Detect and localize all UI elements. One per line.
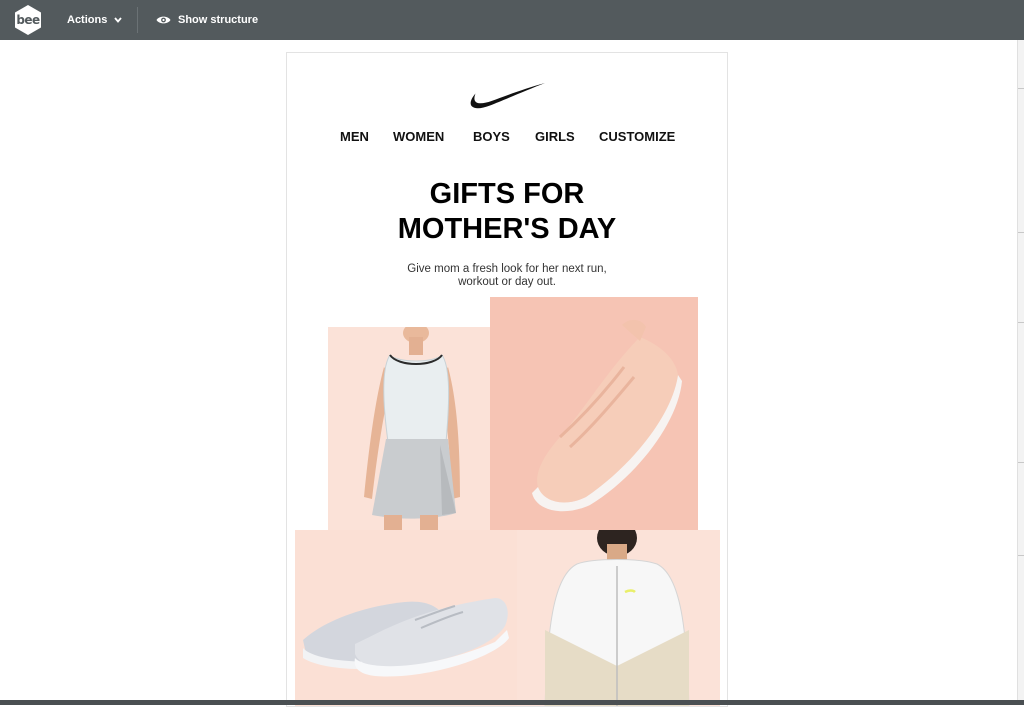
canvas-scrollbar[interactable]	[1017, 40, 1024, 705]
rail-tick	[1018, 555, 1024, 556]
email-preview-canvas[interactable]: MEN WOMEN BOYS GIRLS CUSTOMIZE GIFTS FOR…	[286, 52, 728, 707]
nav-item-girls[interactable]: GIRLS	[535, 129, 575, 144]
nav-item-customize[interactable]: CUSTOMIZE	[599, 129, 675, 144]
rail-tick	[1018, 232, 1024, 233]
nav-item-women[interactable]: WOMEN	[393, 129, 444, 144]
nav-item-men[interactable]: MEN	[340, 129, 369, 144]
headline[interactable]: GIFTS FOR MOTHER'S DAY	[287, 177, 727, 247]
headline-line-1: GIFTS FOR	[429, 178, 585, 210]
product-image-tennis-outfit[interactable]	[328, 327, 491, 531]
actions-menu-button[interactable]: Actions	[67, 0, 123, 40]
headline-line-2: MOTHER'S DAY	[397, 213, 617, 245]
subheadline[interactable]: Give mom a fresh look for her next run, …	[287, 263, 727, 289]
editor-toolbar: bee Actions Show structure	[0, 0, 1024, 40]
toolbar-divider	[137, 7, 138, 33]
chevron-down-icon	[114, 17, 123, 23]
pink-shoe-illustration	[532, 319, 682, 512]
product-image-grey-sneakers[interactable]	[295, 530, 517, 706]
actions-label: Actions	[67, 14, 108, 26]
nav-item-boys[interactable]: BOYS	[473, 129, 510, 144]
eye-icon	[156, 16, 171, 24]
subheadline-line-1: Give mom a fresh look for her next run,	[407, 263, 607, 275]
rail-tick	[1018, 322, 1024, 323]
rail-tick	[1018, 462, 1024, 463]
show-structure-button[interactable]: Show structure	[156, 0, 258, 40]
grey-sneakers-illustration	[303, 598, 509, 677]
rail-tick	[1018, 88, 1024, 89]
product-image-pink-running-shoe[interactable]	[490, 297, 698, 530]
windrunner-jacket-illustration	[544, 530, 690, 706]
tennis-outfit-illustration	[364, 327, 460, 531]
show-structure-label: Show structure	[178, 14, 259, 26]
bee-logo[interactable]: bee	[12, 4, 44, 36]
logo-text: bee	[16, 13, 40, 27]
subheadline-line-2: workout or day out.	[458, 276, 556, 288]
bottom-status-bar	[0, 700, 1024, 705]
nike-swoosh-logo[interactable]	[469, 81, 547, 111]
product-image-windrunner-jacket[interactable]	[517, 530, 720, 706]
